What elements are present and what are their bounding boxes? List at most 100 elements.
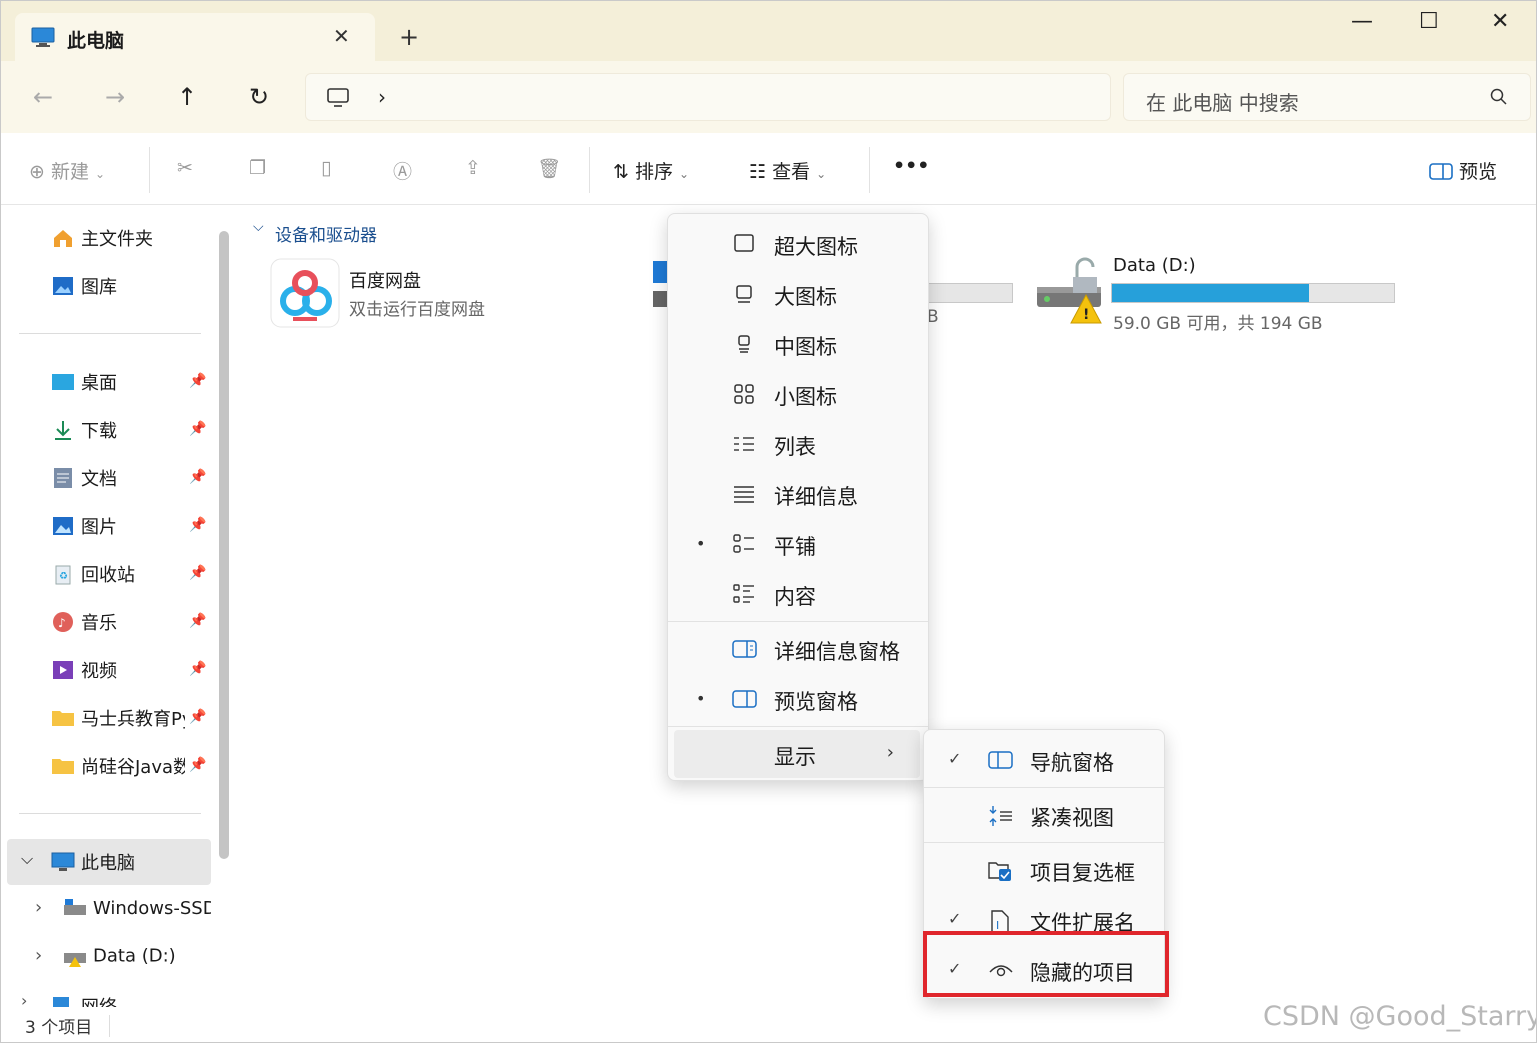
group-header[interactable]: 设备和驱动器 [275, 221, 377, 246]
check-icon: ✓ [948, 909, 962, 928]
forward-arrow-icon[interactable]: → [105, 83, 125, 111]
chevron-right-icon[interactable]: › [21, 991, 27, 1010]
pin-icon[interactable]: 📌 [189, 469, 206, 485]
address-toolbar: ← → ↑ ↻ › 在 此电脑 中搜索 [1, 61, 1536, 133]
copy-icon[interactable]: ❐ [249, 157, 266, 179]
nav-item-gallery[interactable]: 图库 [51, 273, 117, 303]
nav-item-folder[interactable]: 尚硅谷Java数 [51, 753, 185, 783]
paste-icon[interactable]: ▯ [321, 157, 331, 179]
ssd-drive-icon [63, 897, 89, 919]
search-placeholder: 在 此电脑 中搜索 [1146, 91, 1299, 115]
nav-item-this-pc[interactable]: 此电脑 [51, 849, 135, 879]
rename-icon[interactable]: Ⓐ [393, 157, 412, 184]
search-box[interactable]: 在 此电脑 中搜索 [1123, 73, 1531, 121]
close-tab-icon[interactable]: ✕ [333, 24, 350, 48]
menu-item-list[interactable]: 列表 [668, 420, 928, 468]
recycle-bin-icon: ♻ [51, 563, 77, 585]
tile-subtitle: 双击运行百度网盘 [349, 300, 485, 320]
maximize-button[interactable]: ☐ [1419, 9, 1439, 34]
nav-item-music[interactable]: ♪ 音乐 [51, 609, 117, 639]
new-button[interactable]: ⊕ 新建 ⌄ [29, 157, 105, 184]
nav-item-folder[interactable]: 马士兵教育Py [51, 705, 185, 735]
extra-large-icons-icon [732, 234, 756, 258]
share-icon[interactable]: ⇪ [465, 157, 481, 179]
pin-icon[interactable]: 📌 [189, 757, 206, 773]
nav-item-documents[interactable]: 文档 [51, 465, 117, 495]
baidu-netdisk-tile[interactable]: 百度网盘 双击运行百度网盘 [269, 255, 589, 331]
breadcrumb-chevron-icon[interactable]: › [378, 85, 386, 109]
menu-item-small-icons[interactable]: 小图标 [668, 370, 928, 418]
chevron-down-icon: ⌄ [95, 167, 106, 181]
menu-item-details-pane[interactable]: 详细信息窗格 [668, 625, 928, 673]
cut-icon[interactable]: ✂ [177, 157, 193, 179]
monitor-icon [31, 27, 55, 51]
chevron-right-icon[interactable]: › [35, 897, 42, 918]
pin-icon[interactable]: 📌 [189, 373, 206, 389]
menu-item-extra-large-icons[interactable]: 超大图标 [668, 220, 928, 268]
preview-button[interactable]: 预览 [1429, 157, 1497, 184]
minimize-button[interactable]: — [1351, 9, 1373, 34]
chevron-right-icon[interactable]: › [35, 945, 42, 966]
large-icons-icon [732, 284, 756, 308]
sort-label: 排序 [634, 161, 673, 183]
tile-title: 百度网盘 [349, 271, 421, 292]
tile-subtitle: 59.0 GB 可用，共 194 GB [1113, 314, 1323, 334]
video-icon [51, 659, 77, 681]
nav-item-network[interactable]: 网络 [51, 993, 117, 1007]
chevron-down-icon[interactable]: ⌵ [253, 219, 264, 235]
menu-item-compact-view[interactable]: 紧凑视图 [924, 791, 1164, 839]
data-drive-tile[interactable]: ! Data (D:) 59.0 GB 可用，共 194 GB [1035, 251, 1415, 341]
pin-icon[interactable]: 📌 [189, 661, 206, 677]
menu-item-show[interactable]: 显示 › [674, 730, 920, 778]
nav-item-desktop[interactable]: 桌面 [51, 369, 117, 399]
nav-item-pictures[interactable]: 图片 [51, 513, 117, 543]
pictures-icon [51, 515, 77, 537]
list-icon [732, 434, 756, 458]
nav-item-recycle-bin[interactable]: ♻ 回收站 [51, 561, 135, 591]
pin-icon[interactable]: 📌 [189, 709, 206, 725]
pin-icon[interactable]: 📌 [189, 517, 206, 533]
sort-icon: ⇅ [613, 161, 629, 183]
view-button[interactable]: ☷ 查看 ⌄ [749, 157, 826, 184]
nav-item-windows-ssd[interactable]: Windows-SSD [63, 897, 211, 927]
data-drive-usage-fill [1112, 284, 1310, 302]
menu-item-item-checkboxes[interactable]: 项目复选框 [924, 846, 1164, 894]
sort-button[interactable]: ⇅ 排序 ⌄ [613, 157, 689, 184]
menu-item-content[interactable]: 内容 [668, 570, 928, 618]
close-window-button[interactable]: ✕ [1491, 9, 1509, 34]
up-arrow-icon[interactable]: ↑ [177, 83, 197, 111]
more-options-button[interactable]: ••• [893, 155, 929, 177]
pin-icon[interactable]: 📌 [189, 613, 206, 629]
pin-icon[interactable]: 📌 [189, 421, 206, 437]
view-menu: 超大图标 大图标 中图标 小图标 列表 详细信息 • 平铺 内容 详细信息窗格 … [667, 213, 929, 781]
tab-this-pc[interactable]: 此电脑 ✕ [15, 13, 375, 61]
preview-pane-icon [1429, 161, 1459, 183]
menu-item-details[interactable]: 详细信息 [668, 470, 928, 518]
file-explorer-window: 此电脑 ✕ + — ☐ ✕ ← → ↑ ↻ › 在 此电脑 中搜索 ⊕ 新建 ⌄… [0, 0, 1537, 1043]
navigation-pane: 主文件夹 图库 桌面 📌 下载 📌 文档 📌 图片 📌 ♻ 回收站 📌 ♪ 音乐 📌 [1, 205, 237, 1010]
back-arrow-icon[interactable]: ← [33, 83, 53, 111]
menu-item-preview-pane[interactable]: • 预览窗格 [668, 675, 928, 723]
watermark: CSDN @Good_Starry [1263, 1001, 1537, 1032]
chevron-right-icon: › [886, 742, 894, 763]
menu-item-large-icons[interactable]: 大图标 [668, 270, 928, 318]
nav-scrollbar[interactable] [219, 231, 229, 859]
new-tab-button[interactable]: + [399, 23, 419, 51]
nav-item-downloads[interactable]: 下载 [51, 417, 117, 447]
delete-icon[interactable]: 🗑 [537, 157, 561, 180]
address-bar[interactable]: › [305, 73, 1111, 121]
title-bar: 此电脑 ✕ + — ☐ ✕ [1, 1, 1536, 61]
menu-item-medium-icons[interactable]: 中图标 [668, 320, 928, 368]
divider [19, 813, 201, 814]
refresh-icon[interactable]: ↻ [249, 83, 269, 111]
pin-icon[interactable]: 📌 [189, 565, 206, 581]
nav-item-data-drive[interactable]: Data (D:) [63, 945, 176, 975]
menu-item-navigation-pane[interactable]: ✓ 导航窗格 [924, 736, 1164, 784]
gallery-icon [51, 275, 77, 297]
preview-pane-icon [732, 689, 758, 713]
small-icons-icon [732, 384, 756, 408]
menu-item-tiles[interactable]: • 平铺 [668, 520, 928, 568]
nav-item-videos[interactable]: 视频 [51, 657, 117, 687]
nav-item-home[interactable]: 主文件夹 [51, 225, 153, 255]
chevron-down-icon[interactable]: ⌵ [21, 849, 33, 869]
